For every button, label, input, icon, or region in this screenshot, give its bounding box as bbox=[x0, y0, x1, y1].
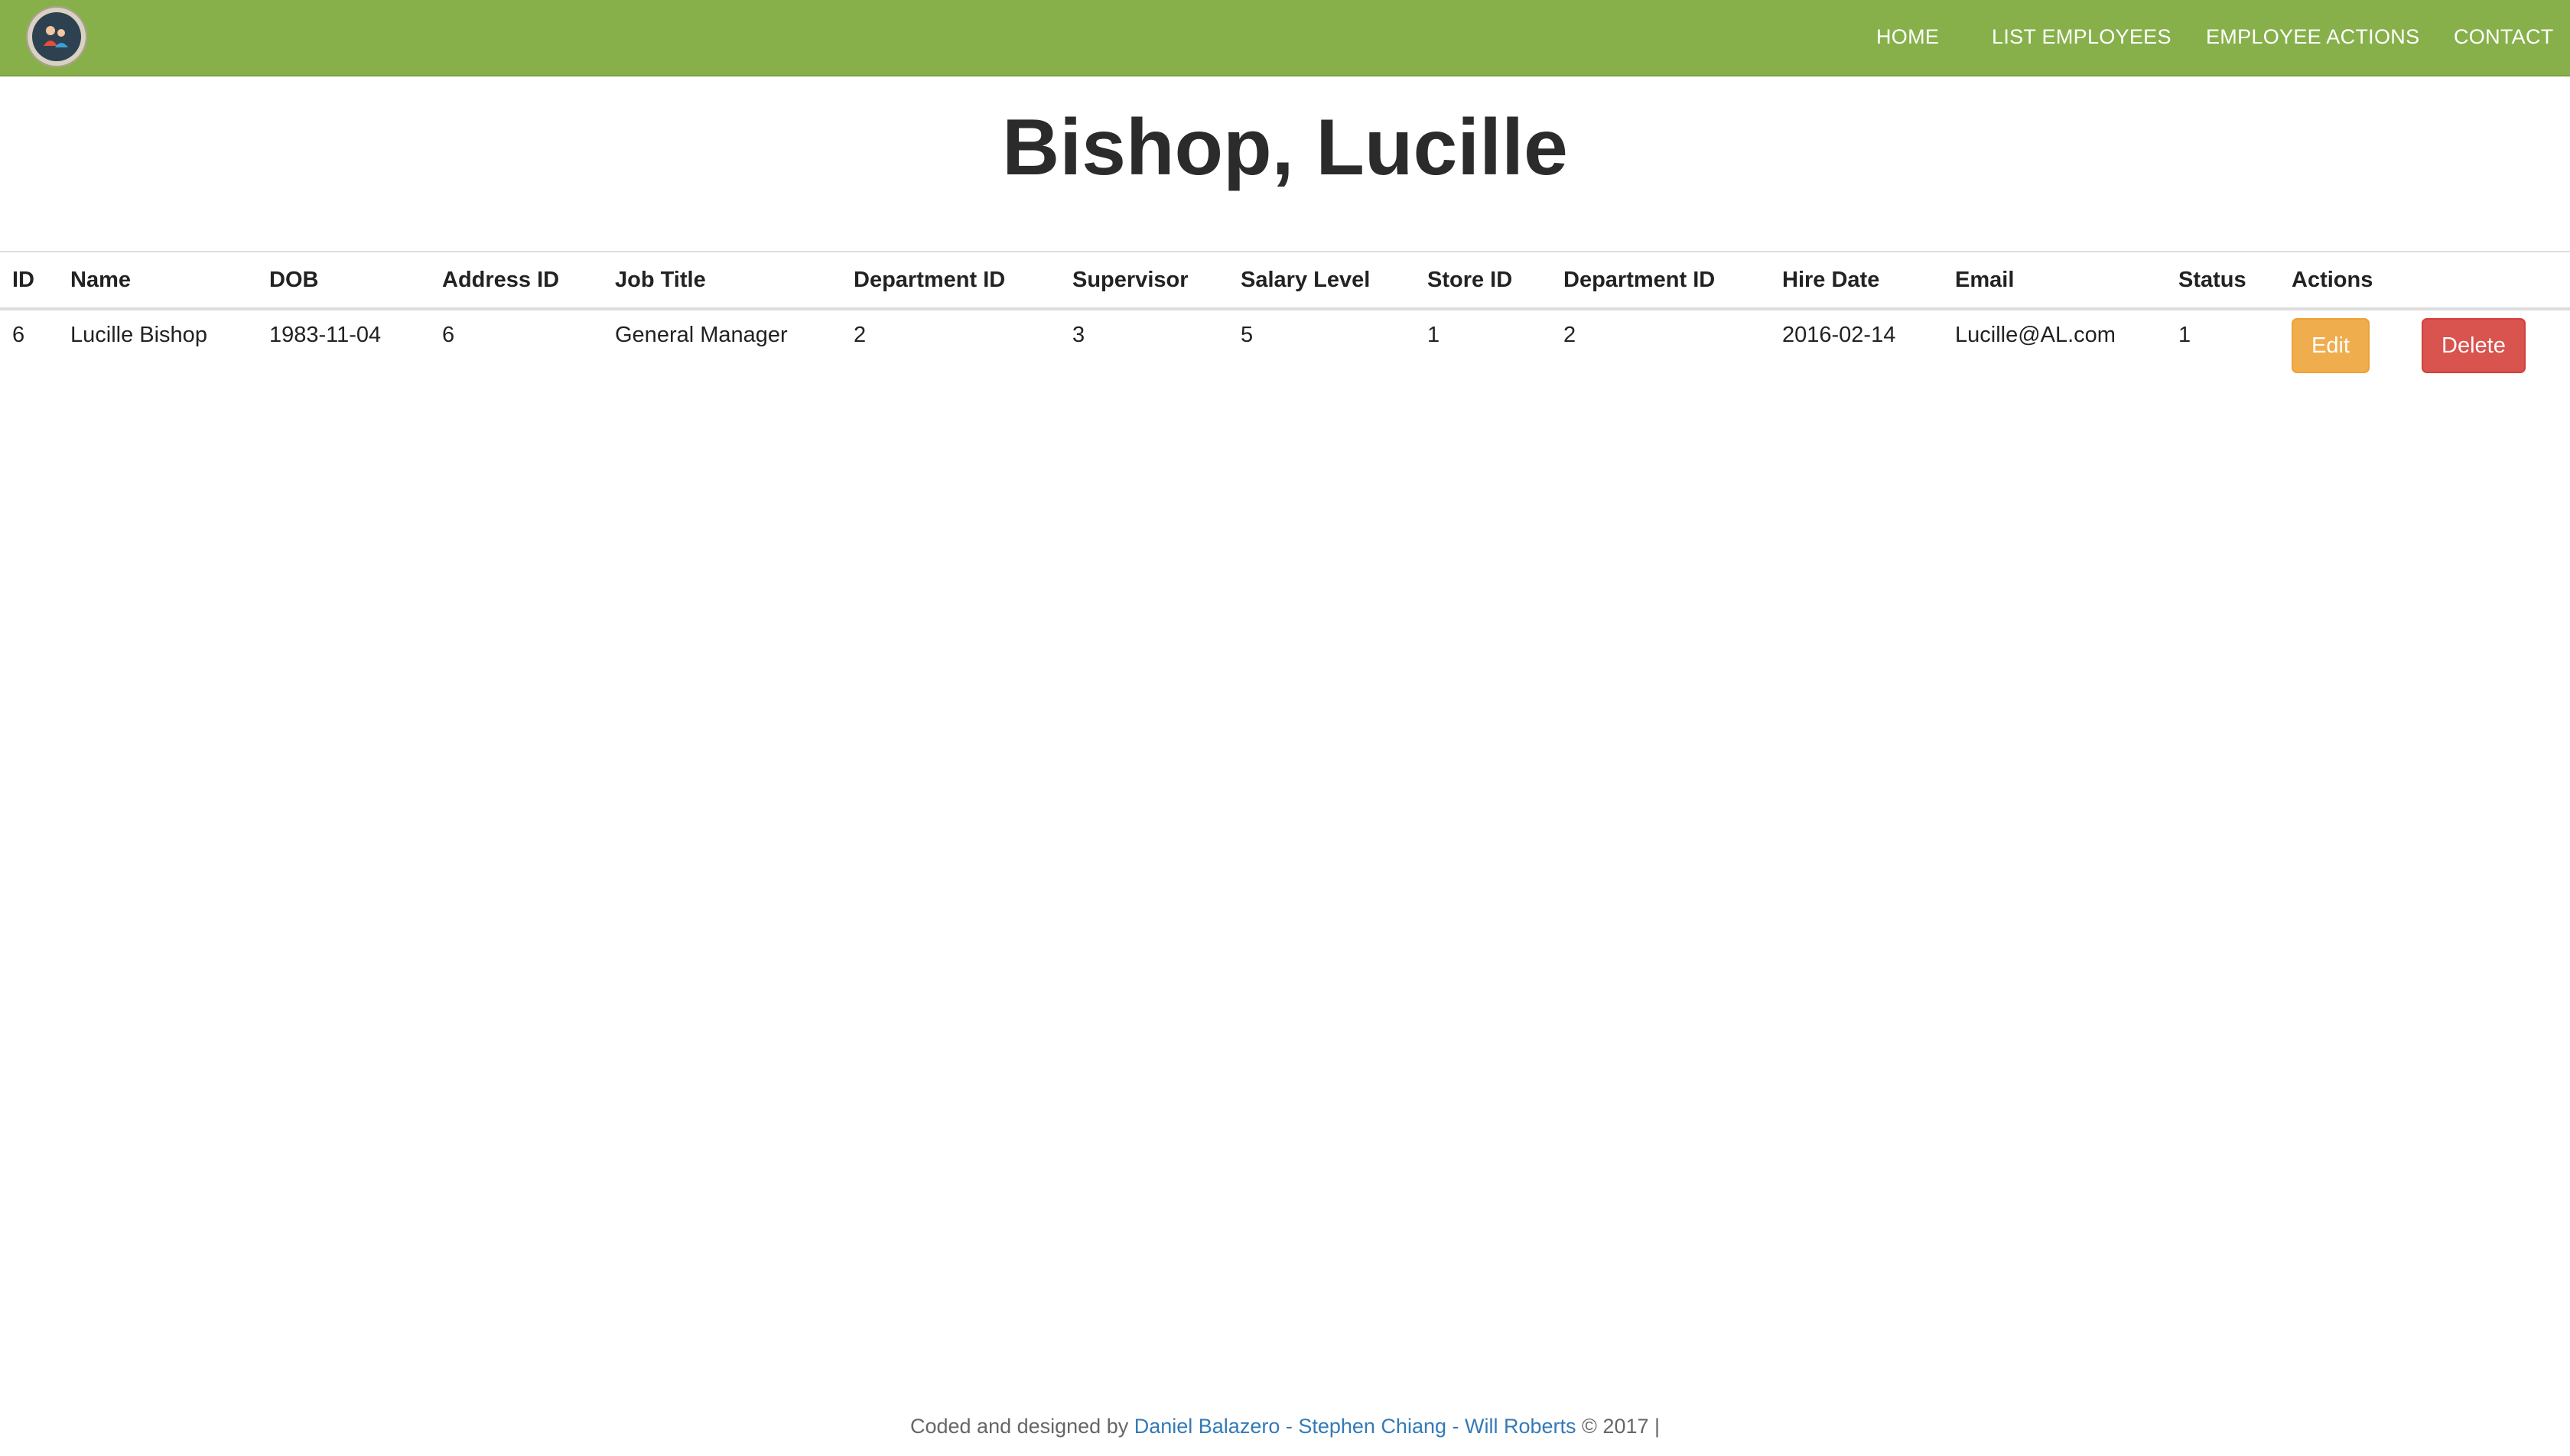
footer-prefix: Coded and designed by bbox=[909, 1415, 1129, 1438]
cell-email: Lucille@AL.com bbox=[1955, 323, 2116, 347]
delete-button[interactable]: Delete bbox=[2422, 318, 2526, 373]
top-navbar: HOME LIST EMPLOYEES EMPLOYEE ACTIONS CON… bbox=[0, 0, 2570, 76]
logo-emblem bbox=[32, 12, 81, 61]
nav-list-employees-link[interactable]: LIST EMPLOYEES bbox=[1992, 0, 2171, 73]
footer-copyright: © 2017 | bbox=[1582, 1415, 1661, 1438]
header-salary-level: Salary Level bbox=[1241, 267, 1371, 292]
cell-name: Lucille Bishop bbox=[70, 323, 207, 347]
cell-address-id: 6 bbox=[442, 323, 455, 347]
header-address-id: Address ID bbox=[442, 267, 560, 292]
header-status: Status bbox=[2178, 267, 2246, 292]
people-icon bbox=[44, 26, 68, 47]
cell-store-id: 1 bbox=[1427, 323, 1440, 347]
cell-supervisor: 3 bbox=[1072, 323, 1085, 347]
cell-department-id-2: 2 bbox=[1563, 323, 1576, 347]
header-email: Email bbox=[1955, 267, 2015, 292]
cell-salary-level: 5 bbox=[1241, 323, 1254, 347]
header-supervisor: Supervisor bbox=[1072, 267, 1189, 292]
footer-authors-link[interactable]: Daniel Balazero - Stephen Chiang - Will … bbox=[1134, 1415, 1576, 1438]
cell-status: 1 bbox=[2178, 323, 2191, 347]
nav-employee-actions-link[interactable]: EMPLOYEE ACTIONS bbox=[2206, 0, 2419, 73]
header-hire-date: Hire Date bbox=[1782, 267, 1880, 292]
edit-button[interactable]: Edit bbox=[2292, 318, 2370, 373]
cell-job-title: General Manager bbox=[615, 323, 788, 347]
employee-table: ID Name DOB Address ID Job Title Departm… bbox=[0, 251, 2570, 399]
header-name: Name bbox=[70, 267, 131, 292]
cell-hire-date: 2016-02-14 bbox=[1782, 323, 1896, 347]
header-dob: DOB bbox=[269, 267, 319, 292]
header-job-title: Job Title bbox=[615, 267, 706, 292]
header-department-id: Department ID bbox=[854, 267, 1006, 292]
cell-edit-action: Edit bbox=[2279, 309, 2409, 399]
employee-table-container: ID Name DOB Address ID Job Title Departm… bbox=[0, 251, 2570, 399]
table-header-row: ID Name DOB Address ID Job Title Departm… bbox=[0, 252, 2570, 309]
cell-id: 6 bbox=[12, 323, 25, 347]
page-title: Bishop, Lucille bbox=[1002, 103, 1568, 192]
cell-delete-action: Delete bbox=[2409, 309, 2570, 399]
header-department-id-2: Department ID bbox=[1563, 267, 1716, 292]
header-id: ID bbox=[12, 267, 34, 292]
nav-contact-link[interactable]: CONTACT bbox=[2454, 0, 2554, 73]
cell-department-id: 2 bbox=[854, 323, 867, 347]
header-actions: Actions bbox=[2292, 267, 2373, 292]
header-store-id: Store ID bbox=[1427, 267, 1513, 292]
cell-dob: 1983-11-04 bbox=[269, 323, 382, 347]
header-actions-spacer bbox=[2409, 252, 2570, 309]
page-footer: Coded and designed by Daniel Balazero - … bbox=[0, 1415, 2570, 1438]
table-row: 6 Lucille Bishop 1983-11-04 6 General Ma… bbox=[0, 309, 2570, 399]
nav-home-link[interactable]: HOME bbox=[1876, 0, 1939, 73]
brand-logo-icon[interactable] bbox=[26, 6, 87, 67]
